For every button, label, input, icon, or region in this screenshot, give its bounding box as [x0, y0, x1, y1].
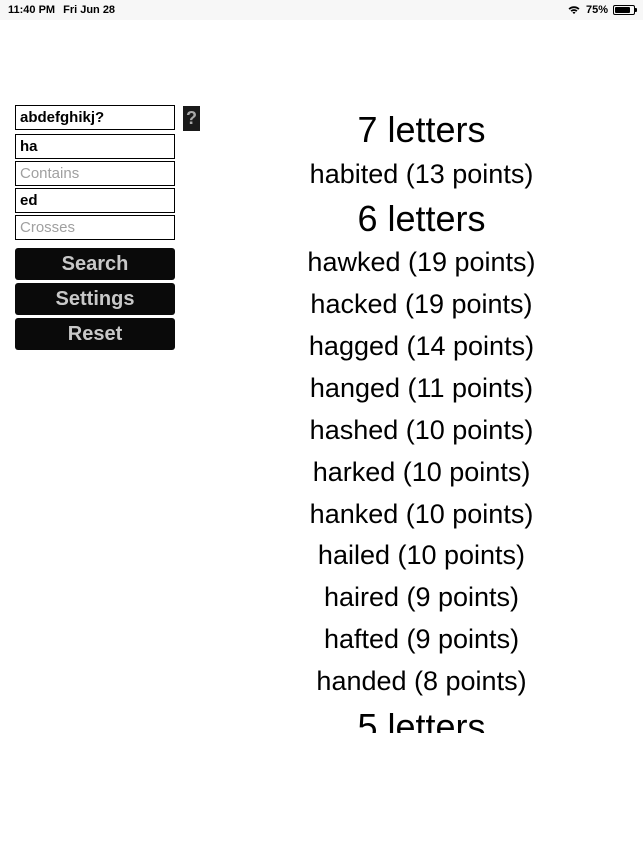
- result-word: handed (8 points): [200, 661, 643, 703]
- results-panel: 7 letters habited (13 points) 6 letters …: [200, 105, 643, 733]
- battery-icon: [613, 5, 635, 15]
- result-word: haired (9 points): [200, 577, 643, 619]
- status-time: 11:40 PM: [8, 4, 55, 16]
- status-bar: 11:40 PM Fri Jun 28 75%: [0, 0, 643, 20]
- sidebar: ? Search Settings Reset: [0, 105, 200, 733]
- result-word: habited (13 points): [200, 154, 643, 196]
- result-word: hawked (19 points): [200, 242, 643, 284]
- help-button[interactable]: ?: [183, 106, 200, 131]
- battery-percent: 75%: [586, 4, 608, 16]
- starts-with-input[interactable]: [15, 134, 175, 159]
- ends-with-input[interactable]: [15, 188, 175, 213]
- result-word: hashed (10 points): [200, 410, 643, 452]
- letters-input[interactable]: [15, 105, 175, 130]
- result-word: hailed (10 points): [200, 535, 643, 577]
- result-word: hafted (9 points): [200, 619, 643, 661]
- contains-input[interactable]: [15, 161, 175, 186]
- section-heading: 7 letters: [200, 107, 643, 154]
- result-word: hagged (14 points): [200, 326, 643, 368]
- status-date: Fri Jun 28: [63, 4, 115, 16]
- result-word: harked (10 points): [200, 452, 643, 494]
- crosses-input[interactable]: [15, 215, 175, 240]
- section-heading-cutoff: 5 letters: [200, 709, 643, 733]
- result-word: hacked (19 points): [200, 284, 643, 326]
- status-left: 11:40 PM Fri Jun 28: [8, 4, 115, 16]
- content-area: ? Search Settings Reset 7 letters habite…: [0, 20, 643, 733]
- result-word: hanked (10 points): [200, 494, 643, 536]
- result-word: hanged (11 points): [200, 368, 643, 410]
- settings-button[interactable]: Settings: [15, 283, 175, 315]
- reset-button[interactable]: Reset: [15, 318, 175, 350]
- wifi-icon: [567, 5, 581, 15]
- section-heading: 6 letters: [200, 196, 643, 243]
- search-button[interactable]: Search: [15, 248, 175, 280]
- status-right: 75%: [567, 4, 635, 16]
